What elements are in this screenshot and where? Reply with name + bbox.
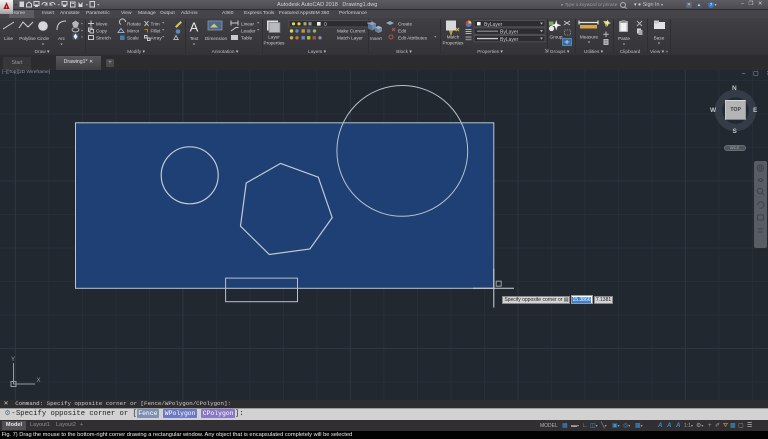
- svg-text:Mirror: Mirror: [127, 28, 140, 33]
- svg-text:Fillet: Fillet: [151, 28, 162, 33]
- svg-text:Properties: Properties: [443, 40, 465, 45]
- svg-text:Properties: Properties: [264, 40, 286, 45]
- svg-text:Rotate: Rotate: [127, 21, 141, 26]
- svg-text:ByLayer: ByLayer: [500, 29, 519, 35]
- svg-text:Stretch: Stretch: [96, 35, 111, 40]
- svg-text:Dimension: Dimension: [205, 36, 228, 41]
- svg-text:Move: Move: [96, 21, 108, 26]
- svg-text:Make Current: Make Current: [337, 28, 366, 33]
- svg-text:Array: Array: [151, 35, 163, 40]
- svg-text:Arc: Arc: [58, 36, 66, 41]
- svg-text:Group: Group: [549, 34, 562, 39]
- svg-text:Circle: Circle: [37, 36, 49, 41]
- svg-text:Insert: Insert: [370, 36, 382, 41]
- svg-text:X: X: [37, 378, 41, 384]
- svg-text:Edit Attributes: Edit Attributes: [398, 35, 428, 40]
- svg-text:ByLayer: ByLayer: [484, 21, 503, 27]
- svg-text:Base: Base: [654, 35, 665, 40]
- svg-text:Line: Line: [4, 36, 13, 41]
- svg-text:Trim: Trim: [151, 21, 160, 26]
- svg-text:Edit: Edit: [398, 28, 407, 33]
- svg-text:Match: Match: [447, 34, 460, 39]
- svg-text:Table: Table: [241, 35, 253, 40]
- svg-text:ByLayer: ByLayer: [500, 36, 519, 42]
- svg-text:Text: Text: [190, 36, 199, 41]
- svg-text:Linear: Linear: [241, 21, 254, 26]
- svg-text:0: 0: [324, 22, 327, 28]
- svg-text:Match Layer: Match Layer: [337, 35, 363, 40]
- svg-text:Copy: Copy: [96, 28, 108, 33]
- svg-text:Create: Create: [398, 21, 412, 26]
- svg-text:Scale: Scale: [127, 35, 139, 40]
- svg-text:Leader: Leader: [241, 28, 256, 33]
- svg-text:A: A: [190, 19, 199, 34]
- svg-text:Y: Y: [11, 357, 15, 363]
- svg-text:Measure: Measure: [580, 34, 599, 39]
- svg-text:Paste: Paste: [618, 36, 630, 41]
- svg-text:Polyline: Polyline: [19, 36, 36, 41]
- svg-text:Layer: Layer: [268, 34, 280, 39]
